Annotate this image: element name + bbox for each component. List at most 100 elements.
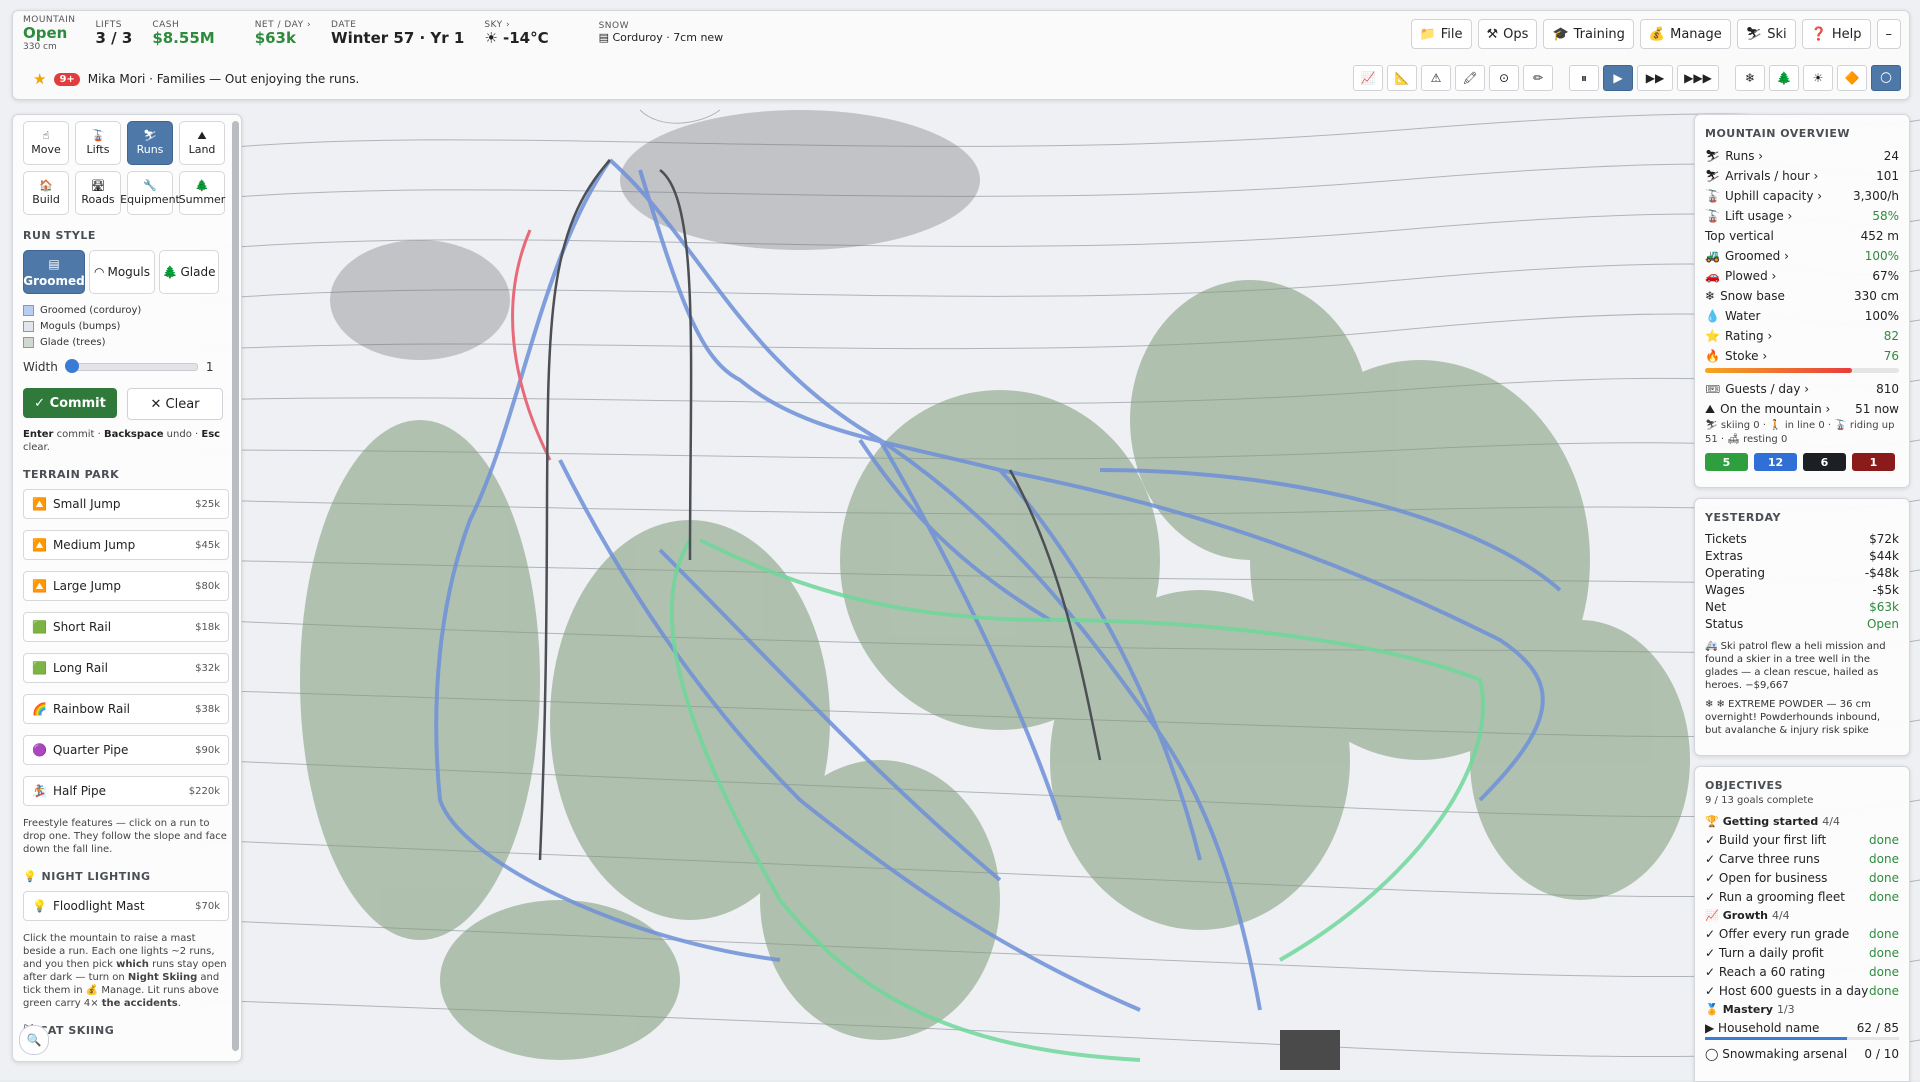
overview-runs[interactable]: ⛷ Runs › 24 [1695, 146, 1909, 166]
overview-groomed[interactable]: 🚜 Groomed › 100% [1695, 246, 1909, 266]
row-label: Guests / day › [1725, 382, 1810, 396]
overview-rating[interactable]: ⭐ Rating › 82 [1695, 326, 1909, 346]
search-icon[interactable]: 🔍 [19, 1025, 49, 1055]
section-title: TERRAIN PARK [23, 468, 120, 481]
fast-button[interactable]: ▶▶ [1637, 65, 1673, 91]
row-value: 100% [1864, 309, 1899, 323]
overview-plowed[interactable]: 🚗 Plowed › 67% [1695, 266, 1909, 286]
objective-label: ✓ Carve three runs [1705, 851, 1820, 866]
chart-icon[interactable]: 📈 [1353, 65, 1383, 91]
layers-icon[interactable]: 🔶 [1837, 65, 1867, 91]
overview-lift-usage[interactable]: 🚡 Lift usage › 58% [1695, 206, 1909, 226]
mode-summer[interactable]: 🌲 Summer [179, 171, 225, 215]
terrain-small-jump[interactable]: 🔼 Small Jump $25k [23, 489, 229, 519]
row-value: 67% [1872, 269, 1899, 283]
group-name: Getting started [1722, 814, 1819, 828]
base-lodge[interactable] [1280, 1030, 1340, 1070]
objective-item: ✓ Host 600 guests in a day done [1695, 981, 1909, 1000]
stat-sky[interactable]: SKY › ☀ -14°C [474, 20, 558, 47]
stat-lifts[interactable]: LIFTS 3 / 3 [86, 20, 143, 47]
mode-label: Runs [136, 143, 164, 156]
style-label: Glade [180, 265, 216, 279]
moon-icon[interactable]: 🌕 [1871, 65, 1901, 91]
width-slider[interactable] [64, 359, 198, 373]
terrain-rainbow-rail[interactable]: 🌈 Rainbow Rail $38k [23, 694, 229, 724]
commit-button[interactable]: ✓ Commit [23, 388, 117, 418]
terrain-medium-jump[interactable]: 🔼 Medium Jump $45k [23, 530, 229, 560]
slider-knob[interactable] [64, 359, 79, 373]
objective-status: done [1869, 832, 1899, 847]
objective-item: ✓ Build your first lift done [1695, 830, 1909, 849]
minimize-button[interactable]: – [1876, 19, 1901, 49]
snowflake-icon[interactable]: ❄ [1735, 65, 1765, 91]
objective-status: done [1869, 889, 1899, 904]
warning-icon[interactable]: ⚠ [1421, 65, 1451, 91]
row-label: Snow base [1720, 289, 1785, 303]
target-icon[interactable]: ⊙ [1489, 65, 1519, 91]
objective-label: ✓ Reach a 60 rating [1705, 964, 1826, 979]
overview-arrivals[interactable]: ⛷ Arrivals / hour › 101 [1695, 166, 1909, 186]
row-value: 330 cm [1853, 289, 1899, 303]
guest-breakdown: ⛷ skiing 0 · 🚶 in line 0 · 🚡 riding up 5… [1705, 420, 1895, 445]
row-value: 24 [1883, 149, 1899, 163]
clear-button[interactable]: ✕ Clear [127, 388, 223, 420]
terrain-quarter-pipe[interactable]: 🟣 Quarter Pipe $90k [23, 735, 229, 765]
terrain-short-rail[interactable]: 🟩 Short Rail $18k [23, 612, 229, 642]
mode-move[interactable]: ☝ Move [23, 121, 69, 165]
yesterday-row: Wages -$5k [1695, 581, 1909, 598]
stat-date: DATE Winter 57 · Yr 1 [321, 20, 474, 47]
tree-icon[interactable]: 🌲 [1769, 65, 1799, 91]
row-label: Top vertical [1705, 229, 1774, 243]
style-glade[interactable]: 🌲 Glade [159, 250, 219, 294]
menu-file[interactable]: 📁 File [1410, 19, 1472, 49]
objective-item-active[interactable]: ▶ Household name 62 / 85 [1695, 1018, 1909, 1037]
mountain-map[interactable] [0, 0, 1920, 1080]
car-icon: 🚗 [1705, 269, 1720, 283]
play-button[interactable]: ▶ [1603, 65, 1633, 91]
slope-icon[interactable]: 📐 [1387, 65, 1417, 91]
sun-icon[interactable]: ☀ [1803, 65, 1833, 91]
scrollbar[interactable] [232, 121, 239, 1051]
style-moguls[interactable]: ◠ Moguls [89, 250, 155, 294]
mode-runs[interactable]: ⛷ Runs [127, 121, 173, 165]
stat-net-day[interactable]: NET / DAY › $63k [225, 20, 321, 47]
terrain-half-pipe[interactable]: 🏂 Half Pipe $220k [23, 776, 229, 806]
pause-button[interactable]: ⏸ [1569, 65, 1599, 91]
mode-roads[interactable]: 🛣 Roads [75, 171, 121, 215]
jump-icon: 🔼 [32, 538, 47, 552]
fastest-button[interactable]: ▶▶▶ [1677, 65, 1719, 91]
menu-help[interactable]: ❓ Help [1801, 19, 1871, 49]
floodlight-mast[interactable]: 💡 Floodlight Mast $70k [23, 891, 229, 921]
menu-training[interactable]: 🎓 Training [1543, 19, 1634, 49]
terrain-large-jump[interactable]: 🔼 Large Jump $80k [23, 571, 229, 601]
menu-ski[interactable]: ⛷ Ski [1736, 19, 1796, 49]
mode-land[interactable]: ⛰ Land [179, 121, 225, 165]
terrain-long-rail[interactable]: 🟩 Long Rail $32k [23, 653, 229, 683]
count-double-black[interactable]: 1 [1852, 453, 1895, 471]
pipe-icon: 🟣 [32, 743, 47, 757]
style-groomed[interactable]: ▤ Groomed [23, 250, 85, 294]
group-count: 1/3 [1776, 1002, 1795, 1016]
yesterday-row: Status Open [1695, 615, 1909, 632]
ticker[interactable]: ★ 9+ Mika Mori · Families — Out enjoying… [13, 70, 359, 88]
notification-badge[interactable]: 9+ [54, 72, 80, 86]
crayon-icon[interactable]: 🖍 [1455, 65, 1485, 91]
count-black[interactable]: 6 [1803, 453, 1846, 471]
objective-item[interactable]: ◯ Snowmaking arsenal 0 / 10 [1695, 1044, 1909, 1063]
overview-uphill[interactable]: 🚡 Uphill capacity › 3,300/h [1695, 186, 1909, 206]
overview-stoke[interactable]: 🔥 Stoke › 76 [1695, 346, 1909, 366]
mode-equipment[interactable]: 🔧 Equipment [120, 171, 180, 215]
scrollbar-thumb[interactable] [232, 121, 239, 1051]
count-blue[interactable]: 12 [1754, 453, 1797, 471]
menu-manage[interactable]: 💰 Manage [1639, 19, 1731, 49]
news-feed[interactable]: 🚑 Ski patrol flew a heli mission and fou… [1705, 640, 1899, 737]
mode-lifts[interactable]: 🚡 Lifts [75, 121, 121, 165]
menu-ops[interactable]: ⚒ Ops [1477, 19, 1538, 49]
stat-mountain[interactable]: MOUNTAIN Open 330 cm [13, 15, 86, 52]
overview-guests[interactable]: 🎟 Guests / day › 810 [1695, 379, 1909, 399]
mode-build[interactable]: 🏠 Build [23, 171, 69, 215]
stat-cash[interactable]: CASH $8.55M [142, 20, 224, 47]
count-green[interactable]: 5 [1705, 453, 1748, 471]
pencil-icon[interactable]: ✏ [1523, 65, 1553, 91]
overview-on-mountain[interactable]: ⛰ On the mountain › 51 now [1695, 399, 1909, 419]
